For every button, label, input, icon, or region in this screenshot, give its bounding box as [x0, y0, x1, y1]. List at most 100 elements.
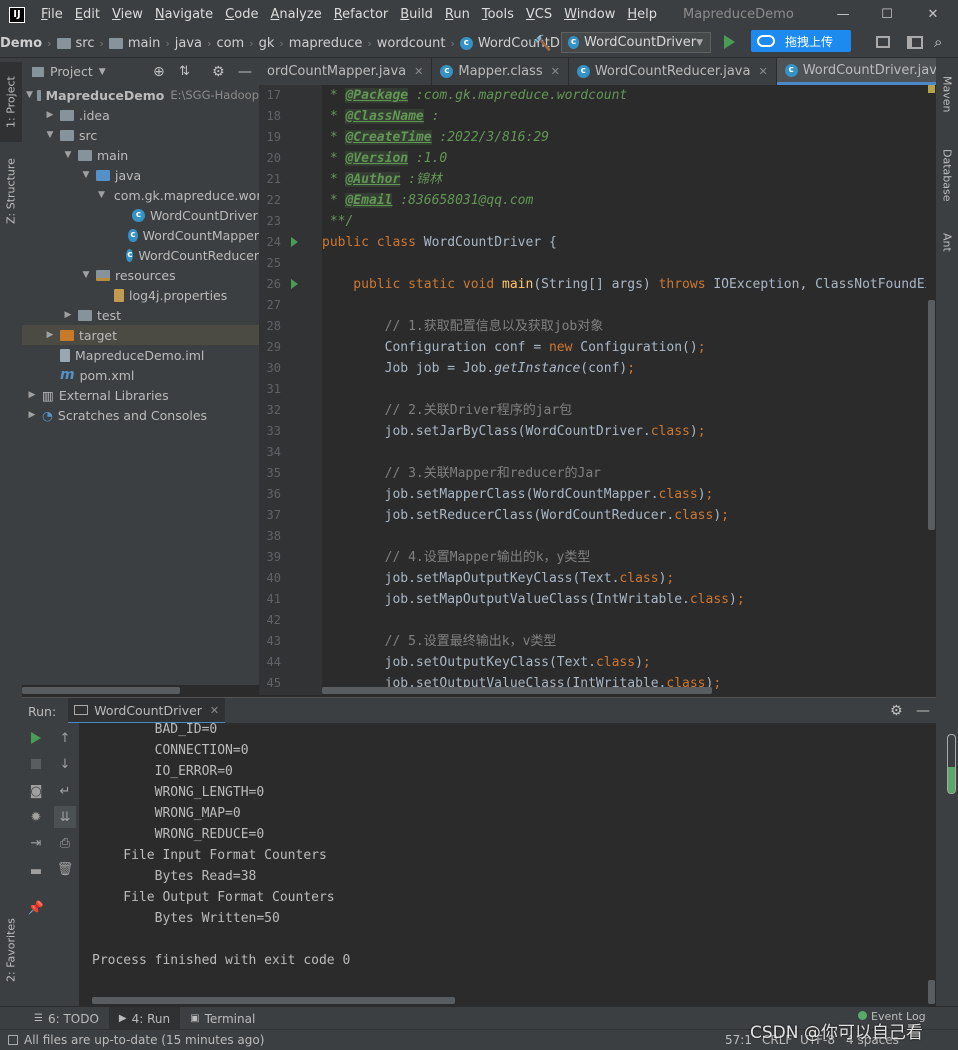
- tree-node[interactable]: log4j.properties: [22, 285, 259, 305]
- tab-favorites[interactable]: 2: Favorites: [0, 908, 22, 993]
- tree-node[interactable]: c WordCountReducer: [22, 245, 259, 265]
- rerun-icon[interactable]: [25, 727, 47, 749]
- run-gutter-icon[interactable]: [291, 279, 298, 289]
- chevron-right-icon[interactable]: ▶: [26, 410, 38, 420]
- tree-node[interactable]: c WordCountMapper: [22, 225, 259, 245]
- tree-node[interactable]: ▼ src: [22, 125, 259, 145]
- project-structure-icon[interactable]: [876, 36, 890, 48]
- tree-node[interactable]: m pom.xml: [22, 365, 259, 385]
- run-gutter-icon[interactable]: [291, 237, 298, 247]
- editor-tab[interactable]: ordCountMapper.java ✕: [259, 58, 433, 85]
- chevron-right-icon[interactable]: ▶: [62, 310, 74, 320]
- tree-node[interactable]: ▼ main: [22, 145, 259, 165]
- chevron-down-icon[interactable]: ▼: [26, 90, 33, 100]
- close-icon[interactable]: ✕: [551, 65, 560, 78]
- tree-node[interactable]: ▶ .idea: [22, 105, 259, 125]
- tab-ant[interactable]: Ant: [936, 223, 958, 261]
- breadcrumb-item[interactable]: main: [128, 36, 160, 51]
- debug-bug-icon[interactable]: ✹: [25, 806, 47, 828]
- breadcrumb-item[interactable]: java: [175, 36, 202, 51]
- console-scrollbar[interactable]: [928, 980, 935, 1004]
- print-icon[interactable]: ⎙: [54, 832, 76, 854]
- chevron-down-icon[interactable]: ▼: [44, 130, 56, 140]
- project-tree-scrollbar[interactable]: [22, 687, 180, 694]
- chevron-down-icon[interactable]: ▼: [80, 270, 92, 280]
- bottom-tab[interactable]: ▣ Terminal: [180, 1007, 265, 1030]
- scroll-to-end-icon[interactable]: ⇊: [54, 806, 76, 828]
- tree-node[interactable]: ▼ com.gk.mapreduce.wordcount: [22, 185, 259, 205]
- caret-position[interactable]: 57:1: [725, 1033, 752, 1047]
- editor-horizontal-scrollbar[interactable]: [322, 687, 712, 694]
- bottom-tab[interactable]: ▶ 4: Run: [108, 1007, 181, 1030]
- breadcrumb-item[interactable]: Demo: [0, 36, 42, 51]
- chevron-down-icon[interactable]: ▼: [80, 170, 92, 180]
- menu-file[interactable]: File: [35, 7, 69, 22]
- toggle-toolbar-icon[interactable]: [907, 36, 923, 49]
- menu-run[interactable]: Run: [439, 7, 476, 22]
- maximize-button[interactable]: ☐: [864, 0, 910, 29]
- menu-view[interactable]: View: [106, 7, 149, 22]
- menu-tools[interactable]: Tools: [476, 7, 520, 22]
- clear-all-icon[interactable]: 🗑: [54, 858, 76, 880]
- status-window-icon[interactable]: [8, 1035, 18, 1045]
- breadcrumb-item[interactable]: src: [76, 36, 95, 51]
- soft-wrap-icon[interactable]: ↵: [54, 780, 76, 802]
- tree-node[interactable]: ▶ test: [22, 305, 259, 325]
- menu-refactor[interactable]: Refactor: [328, 7, 395, 22]
- tree-node[interactable]: ▶ target: [22, 325, 259, 345]
- breadcrumb-item[interactable]: com: [216, 36, 244, 51]
- close-icon[interactable]: ✕: [210, 704, 219, 717]
- tree-node[interactable]: ▶ ◔ Scratches and Consoles: [22, 405, 259, 425]
- menu-help[interactable]: Help: [621, 7, 663, 22]
- menu-code[interactable]: Code: [219, 7, 264, 22]
- menu-window[interactable]: Window: [558, 7, 621, 22]
- tab-project[interactable]: 1: Project: [0, 62, 22, 142]
- tree-node[interactable]: ▼ MapreduceDemo E:\SGG-Hadoop: [22, 85, 259, 105]
- chevron-right-icon[interactable]: ▶: [44, 330, 56, 340]
- build-hammer-icon[interactable]: 🔨: [533, 34, 552, 52]
- intellij-app-icon[interactable]: IJ: [9, 6, 25, 23]
- tree-node[interactable]: c WordCountDriver: [22, 205, 259, 225]
- menu-navigate[interactable]: Navigate: [149, 7, 219, 22]
- hide-panel-icon[interactable]: —: [916, 703, 930, 719]
- upload-button[interactable]: 拖拽上传: [751, 30, 851, 52]
- scroll-down-icon[interactable]: ↓: [54, 753, 76, 775]
- chevron-right-icon[interactable]: ▶: [26, 390, 38, 400]
- project-view-selector[interactable]: Project: [50, 64, 93, 79]
- scroll-up-icon[interactable]: ↑: [54, 727, 76, 749]
- editor-tab[interactable]: c WordCountReducer.java ✕: [569, 58, 777, 85]
- pin-icon[interactable]: 📌: [25, 897, 47, 919]
- close-window-button[interactable]: ✕: [910, 0, 956, 29]
- menu-analyze[interactable]: Analyze: [264, 7, 327, 22]
- tab-structure[interactable]: Z: Structure: [0, 150, 22, 232]
- chevron-down-icon[interactable]: ▼: [98, 190, 105, 200]
- editor-tab[interactable]: c Mapper.class ✕: [432, 58, 569, 85]
- stop-icon[interactable]: [25, 753, 47, 775]
- camera-icon[interactable]: ◙: [25, 780, 47, 802]
- bottom-tab[interactable]: ☰ 6: TODO: [24, 1007, 109, 1030]
- menu-vcs[interactable]: VCS: [520, 7, 558, 22]
- run-tab[interactable]: WordCountDriver ✕: [68, 698, 226, 724]
- code-editor[interactable]: * @Package :com.gk.mapreduce.wordcount *…: [322, 85, 926, 695]
- login-icon[interactable]: ⇥: [25, 832, 47, 854]
- breadcrumb-item[interactable]: wordcount: [377, 36, 446, 51]
- menu-edit[interactable]: Edit: [69, 7, 106, 22]
- hide-panel-icon[interactable]: —: [238, 64, 252, 80]
- tree-node[interactable]: ▼ java: [22, 165, 259, 185]
- tab-maven[interactable]: Maven: [936, 66, 958, 122]
- run-button[interactable]: [724, 35, 735, 49]
- gear-icon[interactable]: ⚙: [890, 703, 903, 719]
- chevron-down-icon[interactable]: ▼: [62, 150, 74, 160]
- chevron-right-icon[interactable]: ▶: [44, 110, 56, 120]
- run-configuration-select[interactable]: c WordCountDriver ▼: [561, 32, 711, 53]
- memory-indicator[interactable]: [947, 734, 956, 794]
- gear-icon[interactable]: ⚙: [212, 64, 225, 80]
- tree-node[interactable]: ▶ ▥ External Libraries: [22, 385, 259, 405]
- console-output[interactable]: BAD_ID=0 CONNECTION=0 IO_ERROR=0 WRONG_L…: [79, 723, 936, 1006]
- minimize-button[interactable]: —: [820, 0, 866, 29]
- editor-scrollbar[interactable]: [928, 300, 935, 530]
- tree-node[interactable]: MapreduceDemo.iml: [22, 345, 259, 365]
- search-everywhere-icon[interactable]: ⌕: [934, 33, 942, 51]
- close-icon[interactable]: ✕: [758, 65, 767, 78]
- console-horizontal-scrollbar[interactable]: [92, 997, 455, 1004]
